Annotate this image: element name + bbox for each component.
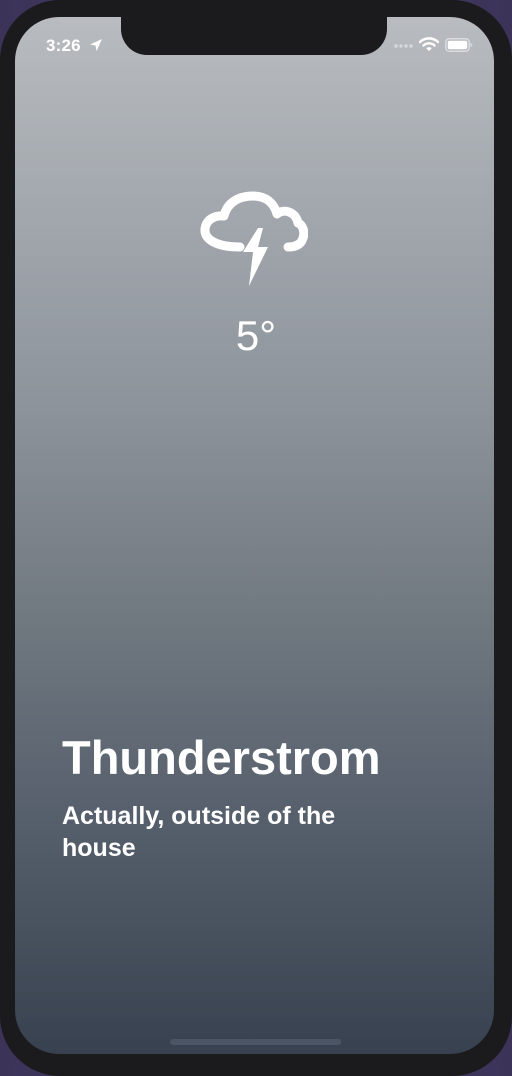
condition-title: Thunderstrom: [62, 731, 381, 784]
temperature: 5°: [235, 312, 277, 359]
condition-description: Actually, outside of the house: [62, 802, 336, 862]
wifi-icon: [419, 37, 439, 51]
location-arrow-icon: [90, 39, 102, 51]
cellular-signal-icon: [394, 44, 413, 48]
status-time: 3:26: [46, 36, 81, 55]
notch: [121, 17, 387, 55]
thunderstorm-cloud-icon: [200, 191, 308, 286]
home-indicator[interactable]: [170, 1039, 341, 1045]
weather-screen: [15, 17, 494, 1054]
battery-icon: [445, 38, 473, 52]
